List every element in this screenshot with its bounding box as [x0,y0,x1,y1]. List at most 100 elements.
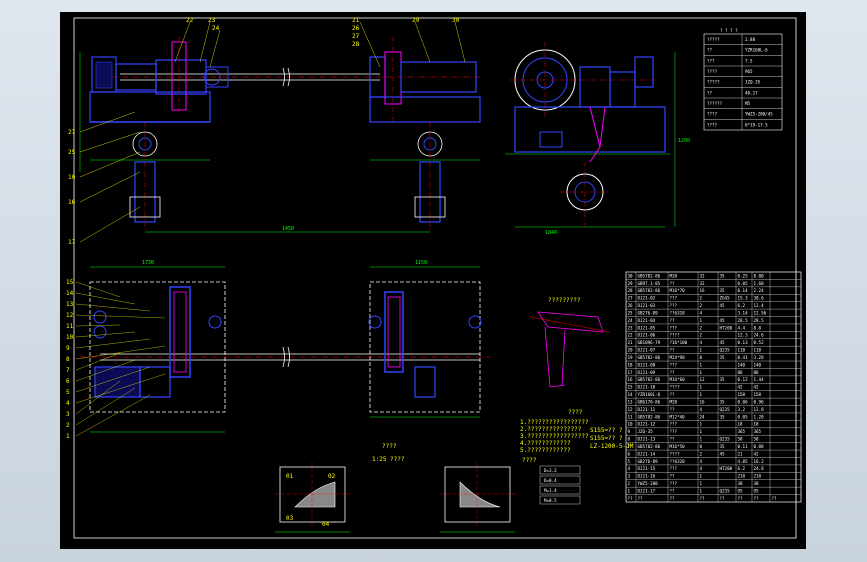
parts-cell: 18 [738,422,744,427]
drawing-frame [73,17,797,539]
params-row-label: ?????? [707,101,723,106]
dim-plan-left: 1730 [142,260,154,266]
parts-cell: GB276-89 [638,459,659,464]
label-left-16: 16 [68,199,76,206]
parts-cell: 2.24 [754,288,765,293]
parts-cell: 3.14 [738,310,749,315]
parts-cell: 86 [738,370,744,375]
parts-cell: 45 [720,340,726,345]
parts-cell: 10 [628,422,634,427]
parts-cell: 1.60 [754,281,765,286]
parts-cell: M24*90 [670,355,686,360]
spec-note-2: S1S5=?? ? [590,435,623,442]
zero-mark-01: 01 [286,473,294,480]
label-27: 27 [352,33,360,40]
parts-cell: ?? [670,489,676,494]
parts-cell: 3.28 [754,355,765,360]
parts-cell: YWZ5-200 [638,481,659,486]
parts-cell: 16 [628,377,634,382]
params-table-title: ? ? ? ? [720,28,738,33]
spec-note-1: S1S5=?? ? [590,427,623,434]
parts-cell: DJ21-13 [638,437,656,442]
plan-label: 14 [66,290,74,297]
params-row-label: ????? [707,37,720,42]
parts-cell: JZQ-35 [638,429,654,434]
parts-cell: GB97.1-85 [638,281,661,286]
parts-cell: 140 [754,362,762,367]
note-line: 2.??????????????? [520,426,582,433]
parts-cell: M16*60 [670,377,686,382]
parts-header-cell: ?? [628,496,634,501]
parts-header-cell: ?? [670,496,676,501]
parts-cell: 95 [738,489,744,494]
parts-cell: 8.00 [754,273,765,278]
parts-cell: ?? [670,437,676,442]
parts-cell: 30.6 [754,296,765,301]
parts-cell: 0.88 [754,444,765,449]
parts-cell: 0.05 [738,414,749,419]
parts-cell: 45 [720,451,726,456]
parts-cell: 42 [754,385,760,390]
parts-cell: DJ21-16 [638,474,656,479]
parts-cell: 1 [700,362,703,367]
parts-cell: M20 [670,399,678,404]
front-view [79,21,481,243]
parts-cell: DJ21-14 [638,451,656,456]
parts-cell: 1 [700,348,703,353]
parts-cell: GB5782-86 [638,414,661,419]
label-22: 22 [186,17,194,24]
parts-cell: 22 [628,333,634,338]
parts-cell: 29 [628,281,634,286]
parts-cell: 2 [700,451,703,456]
parts-cell: 35 [720,273,726,278]
parts-cell: 45 [720,318,726,323]
cad-drawing: 22 23 24 21 26 27 28 29 30 27 25 10 16 1… [66,17,802,539]
params-row-value: 7.5 [745,58,753,63]
cad-drawing-viewport[interactable]: 22 23 24 21 26 27 28 29 30 27 25 10 16 1… [60,12,806,549]
parts-cell: M12*40 [670,414,686,419]
parts-cell: ?16*100 [670,340,688,345]
parts-cell: 12.3 [738,333,749,338]
parts-cell: 4 [700,310,703,315]
params-row-value: M5 [745,101,751,106]
zero-mark-04: 04 [322,521,330,528]
parts-cell: ??? [670,481,678,486]
parts-cell: 1 [700,429,703,434]
dim-side-width: 1840 [545,230,557,236]
parts-cell: 1 [628,489,631,494]
parts-cell: 13 [628,399,634,404]
parts-cell: 24.8 [754,466,765,471]
note-line: 1.????????????????? [520,419,589,426]
tech-row: D=3.2 [544,468,557,473]
label-left-17: 17 [68,239,76,246]
parts-cell: ?? [670,407,676,412]
parts-cell: 16.2 [754,459,765,464]
parts-cell: Q235 [720,489,731,494]
params-row-label: ?? [707,90,713,95]
tech-row: M=0.5 [544,498,557,503]
parts-cell: 12.8 [754,407,765,412]
parts-cell: 14 [628,392,634,397]
parts-cell: 58 [738,437,744,442]
parts-cell: 19 [628,355,634,360]
parts-cell: ??? [670,362,678,367]
plan-label: 12 [66,312,74,319]
parts-cell: 1 [700,385,703,390]
parts-cell: 21 [628,340,634,345]
params-row-label: ??? [707,58,715,63]
label-24: 24 [212,25,220,32]
bracket-detail [529,311,611,388]
parts-cell: 16 [700,399,706,404]
parts-cell: DJ21-06 [638,333,656,338]
parts-cell: 0.12 [738,377,749,382]
parts-cell: 11 [628,414,634,419]
section-scale: 1:25 ???? [372,456,405,463]
parts-cell: 35 [720,288,726,293]
parts-cell: 35 [720,444,726,449]
tech-row: D=0.4 [544,478,557,483]
parts-cell: 42 [738,385,744,390]
parts-cell: 12.4 [754,303,765,308]
label-left-10: 10 [68,174,76,181]
parts-header-cell: ?? [754,496,760,501]
zero-mark-03: 03 [286,515,294,522]
